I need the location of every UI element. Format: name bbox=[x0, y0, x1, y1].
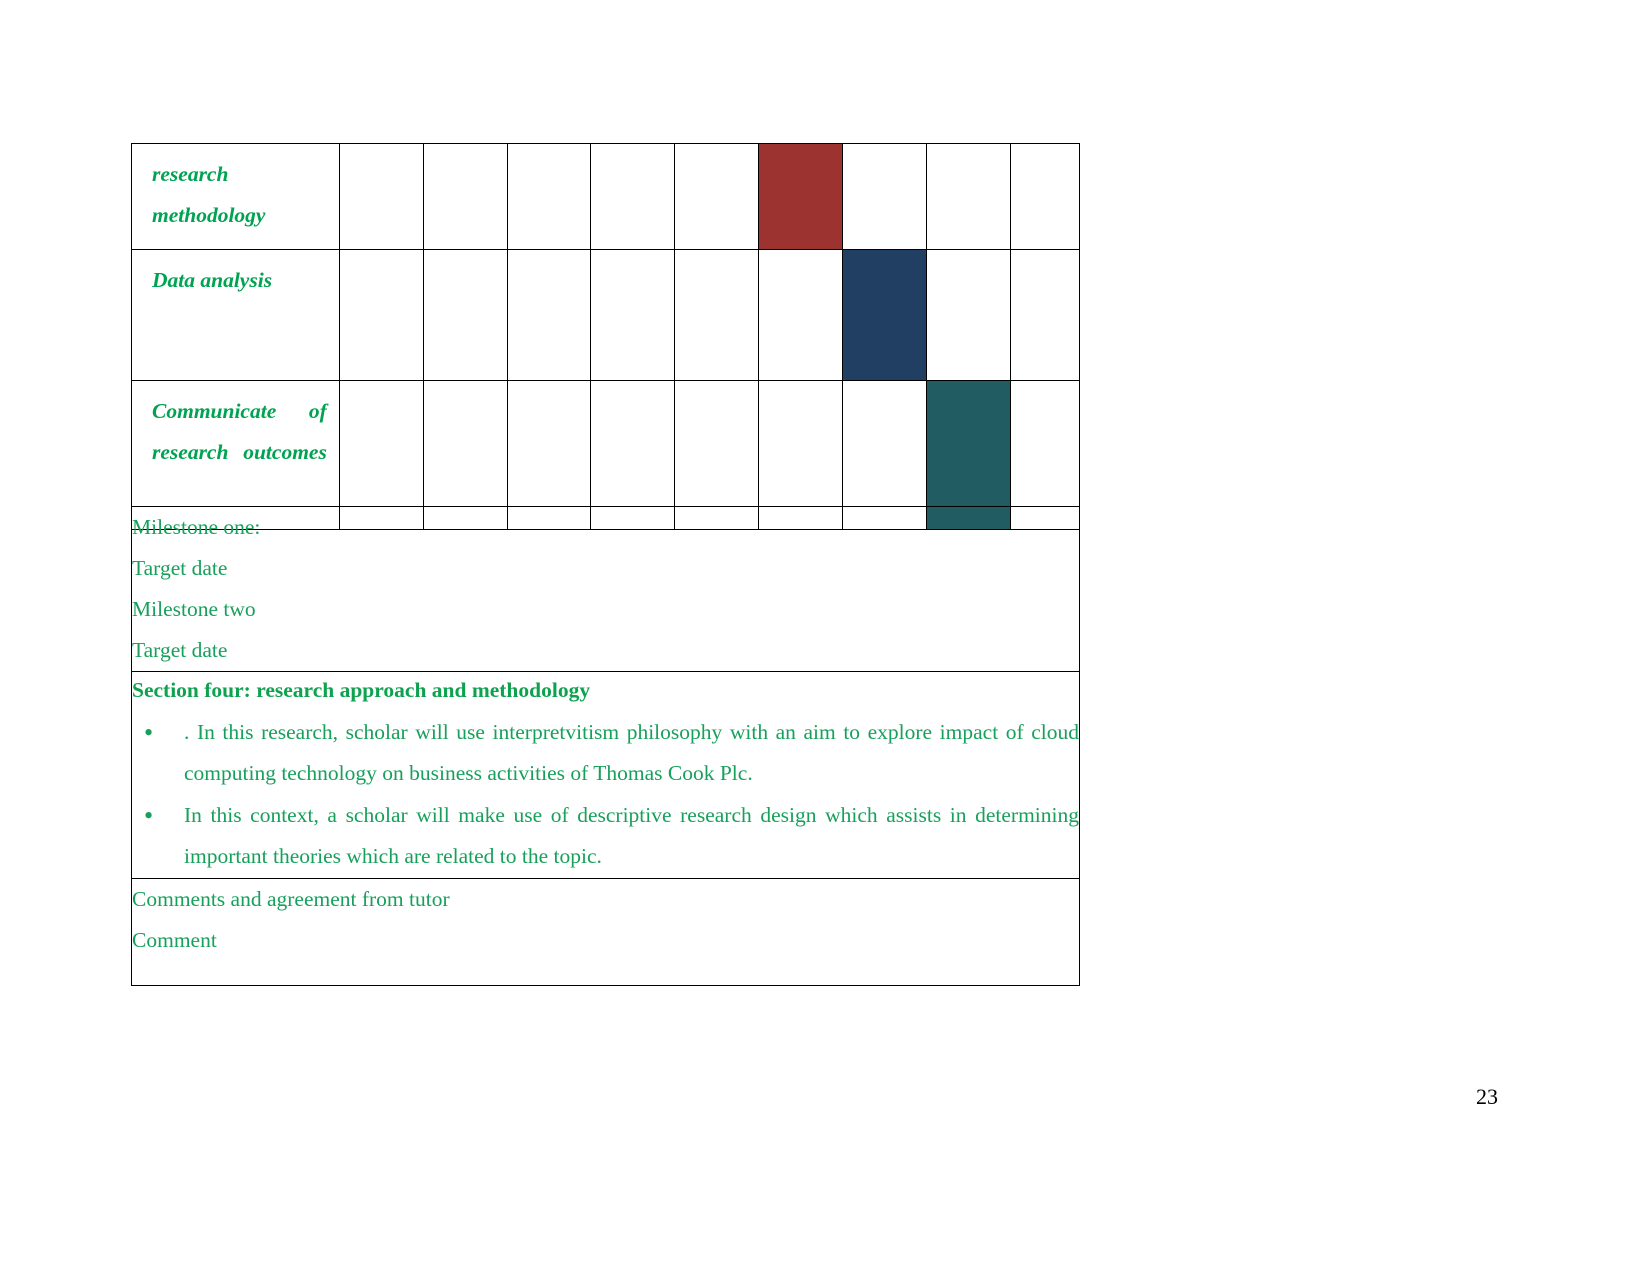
bullet-text: In this context, a scholar will make use… bbox=[184, 803, 1079, 868]
gantt-cell bbox=[506, 143, 592, 250]
bullet-text: . In this research, scholar will use int… bbox=[184, 720, 1079, 785]
page-number: 23 bbox=[1476, 1084, 1498, 1109]
gantt-cell bbox=[758, 249, 843, 381]
gantt-cell bbox=[674, 143, 760, 250]
gantt-task-label: research methodology bbox=[152, 162, 266, 227]
gantt-cell bbox=[1009, 249, 1081, 381]
gantt-cell bbox=[1009, 143, 1081, 250]
gantt-bar-red bbox=[758, 143, 843, 250]
milestone-one-label: Milestone one: bbox=[132, 515, 261, 539]
gantt-cell bbox=[841, 143, 927, 250]
milestone-one-target-date: Target date bbox=[132, 556, 228, 580]
list-item: • . In this research, scholar will use i… bbox=[132, 712, 1079, 794]
milestone-two-label: Milestone two bbox=[132, 597, 256, 621]
gantt-task-label-cell: research methodology bbox=[131, 143, 340, 250]
gantt-cell bbox=[338, 249, 424, 381]
gantt-cell bbox=[506, 249, 592, 381]
section-four-heading: Section four: research approach and meth… bbox=[132, 678, 591, 702]
gantt-task-label: Communicate of research outcomes bbox=[152, 399, 327, 464]
gantt-cell bbox=[338, 143, 424, 250]
section-four-row: Section four: research approach and meth… bbox=[131, 671, 1080, 879]
comment-entry: Comment bbox=[132, 928, 217, 952]
gantt-cell bbox=[590, 143, 676, 250]
gantt-bar-navy bbox=[841, 249, 927, 381]
comments-row: Comments and agreement from tutor Commen… bbox=[131, 878, 1080, 986]
milestones-row: Milestone one: Target date Milestone two… bbox=[131, 506, 1080, 672]
list-item: • In this context, a scholar will make u… bbox=[132, 795, 1079, 877]
milestones-cell: Milestone one: Target date Milestone two… bbox=[131, 506, 1080, 672]
comments-heading: Comments and agreement from tutor bbox=[132, 887, 450, 911]
gantt-cell bbox=[590, 249, 676, 381]
gantt-cell bbox=[925, 249, 1011, 381]
table-row: Data analysis bbox=[131, 249, 1081, 381]
milestone-two-target-date: Target date bbox=[132, 638, 228, 662]
gantt-cell bbox=[422, 249, 508, 381]
section-four-cell: Section four: research approach and meth… bbox=[131, 671, 1080, 879]
gantt-task-label-cell: Data analysis bbox=[131, 249, 340, 381]
comments-cell: Comments and agreement from tutor Commen… bbox=[131, 878, 1080, 986]
section-four-bullet-list: • . In this research, scholar will use i… bbox=[132, 712, 1079, 877]
gantt-cell bbox=[674, 249, 760, 381]
bullet-icon: • bbox=[144, 801, 154, 830]
table-row: research methodology bbox=[131, 143, 1081, 250]
gantt-cell bbox=[422, 143, 508, 250]
gantt-cell bbox=[925, 143, 1011, 250]
schedule-gantt-table: research methodology Data analysis Commu… bbox=[131, 143, 1081, 530]
bullet-icon: • bbox=[144, 718, 154, 747]
proposal-form-table: Milestone one: Target date Milestone two… bbox=[131, 506, 1080, 986]
gantt-task-label: Data analysis bbox=[152, 268, 273, 292]
